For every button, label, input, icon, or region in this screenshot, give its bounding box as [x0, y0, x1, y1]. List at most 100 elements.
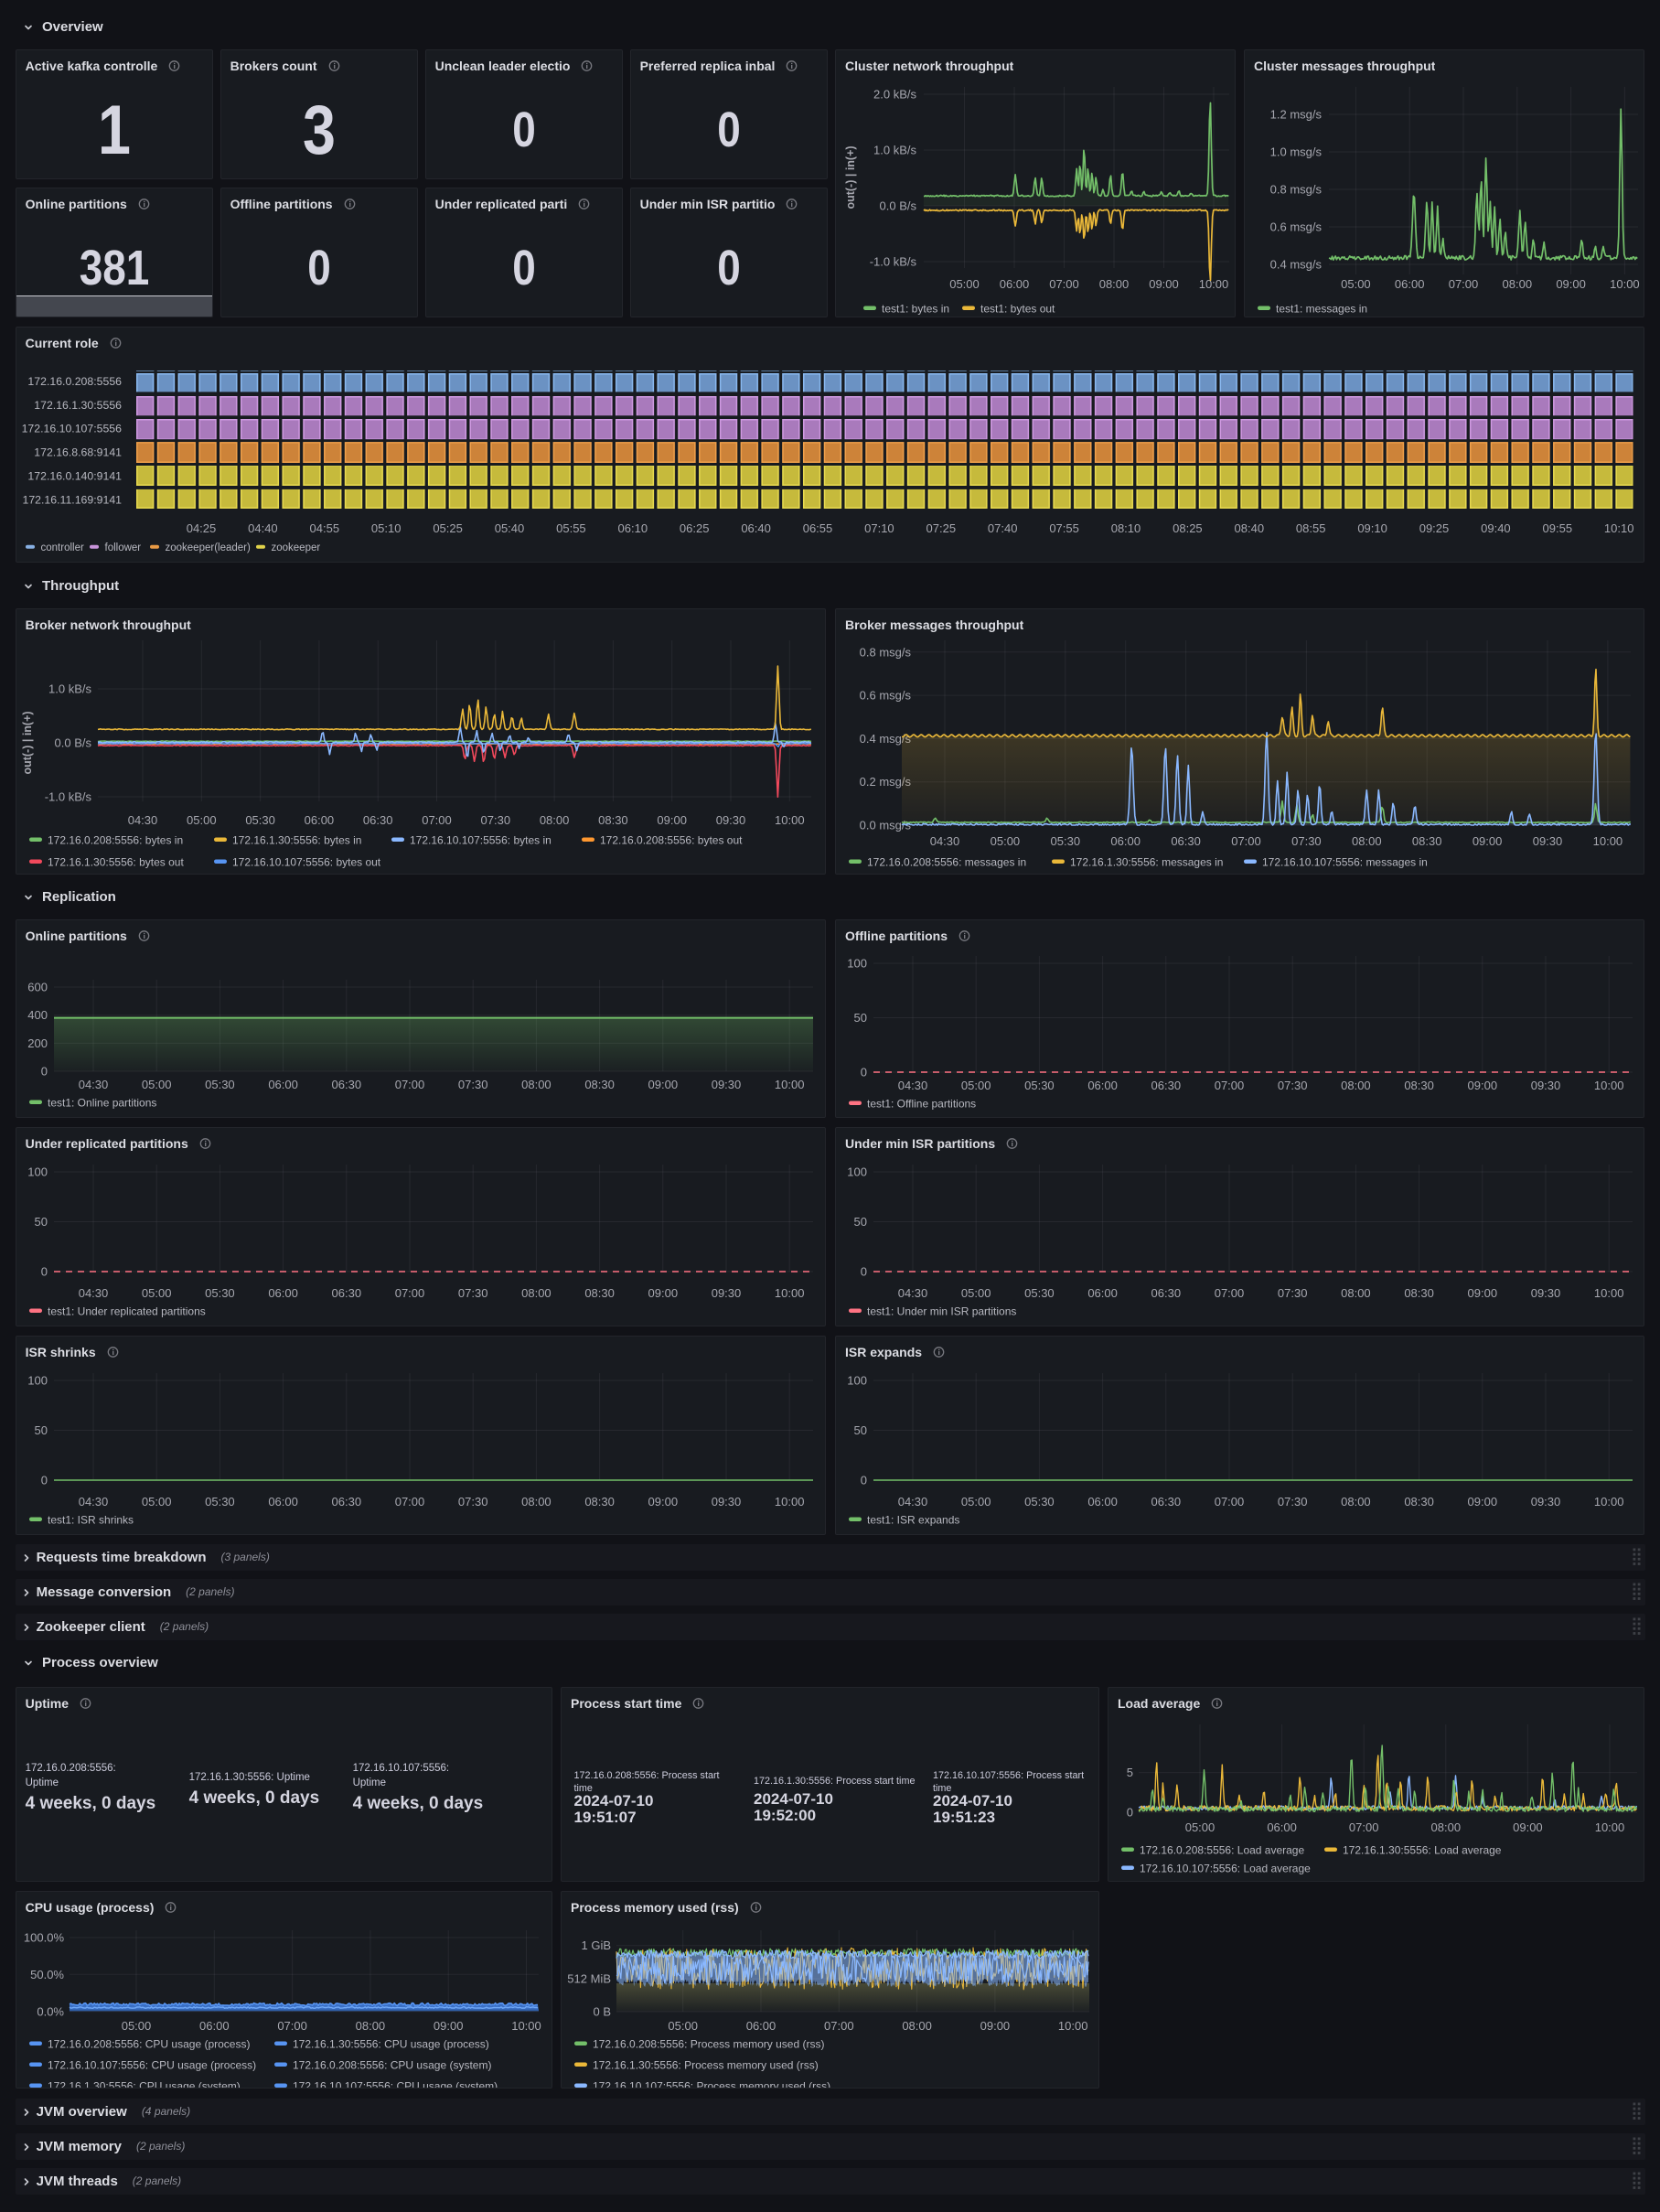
svg-text:10:00: 10:00: [1595, 1820, 1625, 1834]
svg-text:test1: bytes out: test1: bytes out: [980, 303, 1055, 316]
svg-text:0.8 msg/s: 0.8 msg/s: [1270, 183, 1323, 197]
svg-text:0: 0: [1127, 1806, 1133, 1820]
svg-text:06:00: 06:00: [1395, 277, 1425, 291]
svg-text:test1: bytes in: test1: bytes in: [882, 303, 949, 316]
svg-text:05:40: 05:40: [494, 521, 524, 535]
svg-text:172.16.10.107:5556: CPU usage: 172.16.10.107:5556: CPU usage (process): [48, 2058, 256, 2071]
svg-text:08:00: 08:00: [902, 2019, 932, 2033]
svg-text:06:30: 06:30: [1151, 1495, 1182, 1509]
svg-text:100: 100: [847, 957, 867, 971]
svg-text:05:10: 05:10: [371, 521, 402, 535]
svg-text:06:30: 06:30: [331, 1286, 361, 1300]
svg-text:09:00: 09:00: [1149, 277, 1179, 291]
svg-text:09:00: 09:00: [1513, 1820, 1543, 1834]
svg-text:0: 0: [861, 1474, 867, 1487]
svg-text:50: 50: [34, 1215, 47, 1229]
svg-text:08:30: 08:30: [598, 813, 628, 827]
svg-text:10:00: 10:00: [1199, 277, 1229, 291]
svg-text:05:00: 05:00: [142, 1078, 172, 1091]
svg-text:172.16.11.169:9141: 172.16.11.169:9141: [22, 493, 122, 506]
svg-text:172.16.0.208:5556: 172.16.0.208:5556: [27, 375, 122, 388]
svg-text:09:40: 09:40: [1481, 521, 1511, 535]
svg-text:09:00: 09:00: [980, 2019, 1011, 2033]
svg-text:06:00: 06:00: [1267, 1820, 1297, 1834]
svg-text:09:30: 09:30: [1531, 1286, 1561, 1300]
svg-text:06:00: 06:00: [746, 2019, 776, 2033]
svg-text:172.16.10.107:5556: bytes in: 172.16.10.107:5556: bytes in: [410, 834, 552, 847]
svg-text:08:10: 08:10: [1110, 521, 1141, 535]
svg-text:07:00: 07:00: [394, 1078, 424, 1091]
svg-text:06:00: 06:00: [268, 1078, 298, 1091]
svg-text:10:00: 10:00: [775, 813, 805, 827]
svg-text:05:30: 05:30: [1024, 1286, 1055, 1300]
svg-text:05:55: 05:55: [556, 521, 586, 535]
svg-text:50: 50: [854, 1215, 867, 1229]
svg-text:07:30: 07:30: [458, 1286, 488, 1300]
svg-text:09:10: 09:10: [1357, 521, 1387, 535]
svg-text:09:00: 09:00: [434, 2019, 464, 2033]
svg-text:0 B: 0 B: [593, 2004, 611, 2018]
svg-text:172.16.0.208:5556: CPU usage (: 172.16.0.208:5556: CPU usage (process): [48, 2037, 250, 2050]
svg-text:07:30: 07:30: [1278, 1495, 1308, 1509]
svg-text:08:30: 08:30: [584, 1078, 615, 1091]
svg-text:10:00: 10:00: [775, 1286, 805, 1300]
svg-text:172.16.1.30:5556: bytes in: 172.16.1.30:5556: bytes in: [232, 834, 361, 847]
svg-text:10:00: 10:00: [1594, 1286, 1624, 1300]
svg-text:09:00: 09:00: [1468, 1079, 1498, 1092]
svg-text:07:00: 07:00: [277, 2019, 307, 2033]
svg-text:07:30: 07:30: [458, 1078, 488, 1091]
svg-text:0: 0: [40, 1065, 47, 1079]
svg-text:07:30: 07:30: [1278, 1079, 1308, 1092]
svg-text:09:30: 09:30: [711, 1495, 741, 1509]
svg-text:172.16.8.68:9141: 172.16.8.68:9141: [34, 446, 122, 459]
svg-text:1.2 msg/s: 1.2 msg/s: [1270, 108, 1323, 122]
svg-text:04:30: 04:30: [78, 1495, 108, 1509]
svg-text:50.0%: 50.0%: [30, 1967, 64, 1981]
svg-text:06:30: 06:30: [1151, 1286, 1182, 1300]
svg-text:follower: follower: [104, 542, 141, 553]
svg-text:05:00: 05:00: [142, 1286, 172, 1300]
svg-text:04:30: 04:30: [78, 1078, 108, 1091]
svg-text:07:55: 07:55: [1049, 521, 1079, 535]
svg-text:06:25: 06:25: [680, 521, 710, 535]
svg-text:2.0 kB/s: 2.0 kB/s: [873, 88, 916, 102]
svg-text:08:00: 08:00: [1099, 277, 1130, 291]
svg-text:100.0%: 100.0%: [24, 1930, 65, 1944]
svg-text:06:55: 06:55: [802, 521, 832, 535]
svg-text:test1: Under replicated partit: test1: Under replicated partitions: [48, 1305, 206, 1318]
svg-text:controller: controller: [40, 542, 83, 553]
svg-text:out(-) | in(+): out(-) | in(+): [21, 711, 34, 774]
svg-text:09:00: 09:00: [648, 1286, 678, 1300]
svg-text:172.16.0.208:5556: messages in: 172.16.0.208:5556: messages in: [867, 856, 1026, 869]
svg-text:06:00: 06:00: [268, 1286, 298, 1300]
svg-text:05:00: 05:00: [121, 2019, 151, 2033]
svg-text:05:00: 05:00: [187, 813, 217, 827]
svg-text:06:00: 06:00: [1110, 834, 1141, 848]
svg-text:04:25: 04:25: [186, 521, 216, 535]
svg-text:09:30: 09:30: [1533, 834, 1563, 848]
svg-text:172.16.1.30:5556: messages in: 172.16.1.30:5556: messages in: [1070, 856, 1223, 869]
svg-text:08:00: 08:00: [1341, 1079, 1371, 1092]
svg-text:08:30: 08:30: [584, 1286, 615, 1300]
svg-text:04:30: 04:30: [898, 1495, 928, 1509]
svg-text:172.16.10.107:5556: CPU usage: 172.16.10.107:5556: CPU usage (system): [293, 2079, 498, 2089]
svg-text:06:00: 06:00: [1087, 1079, 1118, 1092]
svg-text:0.4 msg/s: 0.4 msg/s: [1270, 258, 1323, 272]
svg-text:09:55: 09:55: [1542, 521, 1572, 535]
svg-text:172.16.10.107:5556: Load avera: 172.16.10.107:5556: Load average: [1140, 1863, 1311, 1875]
svg-text:07:00: 07:00: [1349, 1820, 1379, 1834]
svg-text:-1.0 kB/s: -1.0 kB/s: [44, 790, 91, 804]
svg-text:06:00: 06:00: [1087, 1286, 1118, 1300]
svg-text:test1: Online partitions: test1: Online partitions: [48, 1097, 156, 1110]
svg-text:400: 400: [27, 1008, 48, 1022]
svg-text:07:00: 07:00: [422, 813, 452, 827]
svg-text:1.0 msg/s: 1.0 msg/s: [1270, 145, 1323, 159]
svg-text:200: 200: [27, 1036, 48, 1050]
svg-text:10:00: 10:00: [1594, 1079, 1624, 1092]
svg-text:06:30: 06:30: [331, 1078, 361, 1091]
svg-text:10:00: 10:00: [511, 2019, 541, 2033]
svg-text:05:00: 05:00: [668, 2019, 698, 2033]
svg-text:05:30: 05:30: [1051, 834, 1081, 848]
svg-text:0: 0: [861, 1066, 867, 1079]
svg-text:512 MiB: 512 MiB: [567, 1971, 611, 1985]
